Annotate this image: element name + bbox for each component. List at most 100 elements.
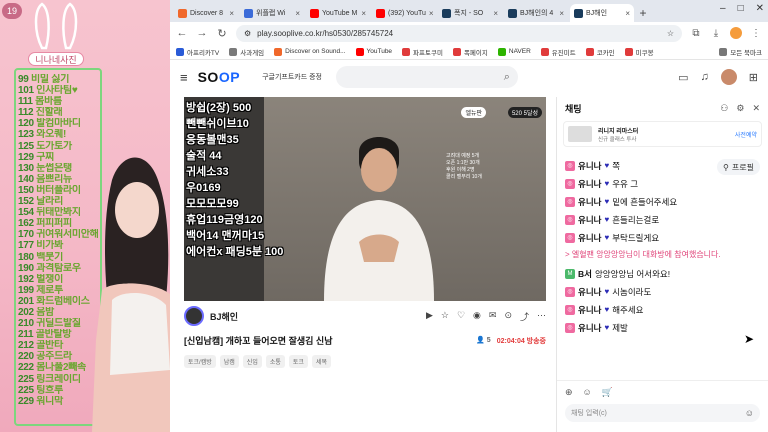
stream-tag[interactable]: 신입 [242,355,262,368]
forward-icon[interactable]: → [196,27,208,39]
bookmark-icon [452,47,461,56]
bookmark-item[interactable]: 코카인 [585,47,615,57]
promo-banner[interactable]: 구글기프트카드 증정 [262,72,322,82]
chat-message: ◎ 유니나 ♥ 해주세요 [565,301,755,319]
close-tab-icon[interactable]: × [295,9,300,18]
video-player[interactable]: 방쉽(2장) 500 뺀뺀쉬이브10 응동볼맨35 술적 44 귀세소33 우0169 모모… [184,97,546,301]
bookmark-item[interactable]: 미쿠봉 [624,47,654,57]
chat-nickname[interactable]: 유니나 [578,211,601,229]
chat-users-icon[interactable]: ⚇ [720,103,728,114]
emoji-icon[interactable]: ☺ [745,408,754,418]
downloads-icon[interactable]: ⤓ [710,28,722,39]
reload-icon[interactable]: ↻ [216,27,228,40]
stream-tag[interactable]: 세목 [311,355,331,368]
chat-text: 밑에 흔들어주세요 [612,197,678,207]
all-bookmarks[interactable]: 모든 북마크 [719,47,762,57]
close-tab-icon[interactable]: × [559,9,564,18]
notification-bell-icon[interactable]: ♫ [701,71,709,83]
bookmark-item[interactable]: NAVER [497,47,531,57]
minimize-icon[interactable]: – [720,3,726,14]
search-icon[interactable]: ⌕ [504,71,510,84]
chat-nickname[interactable]: 유니나 [578,283,601,301]
extensions-icon[interactable]: ⧉ [690,28,702,39]
stream-tag[interactable]: 토크 [288,355,308,368]
close-tab-icon[interactable]: × [625,9,630,18]
chat-text: 흔들리는걸로 [612,215,660,225]
bj-avatar[interactable] [184,306,204,326]
gift-icon[interactable]: ✉ [489,310,497,323]
bookmark-icon [540,47,549,56]
menu-item: 201 화드럼베이스 [18,295,90,307]
chat-nickname[interactable]: 유니나 [578,319,601,337]
chat-input-area: ⊕ ☺ 🛒 채팅 입력(c) ☺ [557,380,768,432]
new-tab-button[interactable]: + [636,4,650,22]
more-icon[interactable]: ⋯ [537,310,546,323]
play-icon[interactable]: ▶ [426,310,433,323]
menu-item: 212 골반타 [18,340,63,352]
browser-tab[interactable]: BJ해인의 4 × [504,4,568,22]
menu-item: 140 음쁘리뉴 [18,173,72,185]
broadcast-icon[interactable]: ▭ [678,71,688,84]
chat-nickname[interactable]: 유니나 [578,175,601,193]
chat-message: ◎ 유니나 ♥ 밑에 흔들어주세요 [565,193,755,211]
bj-name[interactable]: BJ해인 [210,310,238,323]
shop-icon[interactable]: 🛒 [602,387,613,398]
bookmark-item[interactable]: 파프토쿠미 [402,47,443,57]
add-icon[interactable]: ⊕ [565,387,573,398]
browser-tab[interactable]: YouTube M × [306,4,370,22]
balloon-icon[interactable]: ◉ [473,310,481,323]
close-window-icon[interactable]: ✕ [756,3,764,14]
vod-icon[interactable]: ⊙ [504,310,512,323]
stream-tag[interactable]: 토크/캠방 [184,355,216,368]
apps-grid-icon[interactable]: ⊞ [749,71,758,84]
close-tab-icon[interactable]: × [229,9,234,18]
browser-tab[interactable]: (392) YouTu × [372,4,436,22]
bunny-ears-decoration [34,2,78,50]
hamburger-menu-icon[interactable]: ≡ [180,70,188,85]
favicon-icon [178,8,187,18]
chat-close-icon[interactable]: ✕ [752,103,760,114]
bookmark-item[interactable]: 폭페이지 [452,47,488,57]
search-input[interactable]: ⌕ [335,66,518,88]
close-tab-icon[interactable]: × [493,9,498,18]
browser-tab[interactable]: Discover 8 × [174,4,238,22]
chat-settings-icon[interactable]: ⚙ [736,103,744,114]
chat-nickname[interactable]: B서 [578,265,592,283]
browser-tab[interactable]: 폭지 - SO × [438,4,502,22]
ad-link[interactable]: 사전예약 [735,130,757,139]
stream-tag[interactable]: 소통 [265,355,285,368]
site-info-icon[interactable]: ⚙ [244,29,251,38]
viewer-badge: 19 [2,3,22,19]
star-icon[interactable]: ☆ [441,310,449,323]
chat-input[interactable]: 채팅 입력(c) ☺ [565,404,760,422]
stream-tag[interactable]: 남캠 [219,355,239,368]
browser-tab[interactable]: BJ해인 × [570,4,634,22]
menu-item: 225 링크레이디 [18,373,81,385]
bookmark-star-icon[interactable]: ☆ [667,29,674,38]
chat-ad-banner[interactable]: 리니지 리마스터 신규 클래스 투사 사전예약 [563,121,762,147]
user-avatar[interactable] [720,69,737,85]
profile-avatar[interactable] [730,27,742,39]
chat-nickname[interactable]: 유니나 [578,301,601,319]
chat-nickname[interactable]: 유니나 [578,229,601,247]
chat-text: 우유 그 [612,179,639,189]
sticker-icon[interactable]: ☺ [583,387,592,398]
close-tab-icon[interactable]: × [361,9,366,18]
bookmark-item[interactable]: 아프리카TV [176,47,219,57]
address-bar[interactable]: ⚙ play.sooplive.co.kr/hs0530/285745724 ☆ [236,24,682,42]
close-tab-icon[interactable]: × [429,9,434,18]
bookmark-item[interactable]: 유진미트 [540,47,576,57]
share-icon[interactable]: ⤴ [520,310,529,323]
soop-logo[interactable]: SOOP [198,69,240,85]
browser-menu-icon[interactable]: ⋮ [750,28,762,39]
back-icon[interactable]: ← [176,27,188,39]
streamer-video-frame [324,137,434,301]
browser-tab[interactable]: 위플랩 Wi × [240,4,304,22]
like-icon[interactable]: ♡ [457,310,465,323]
bookmark-item[interactable]: Discover on Sound... [274,47,346,57]
bookmark-item[interactable]: YouTube [355,47,392,57]
bookmark-item[interactable]: 사과게임 [229,47,264,57]
maximize-icon[interactable]: □ [738,3,744,14]
chat-nickname[interactable]: 유니나 [578,193,601,211]
chat-nickname[interactable]: 유니나 [578,157,601,175]
